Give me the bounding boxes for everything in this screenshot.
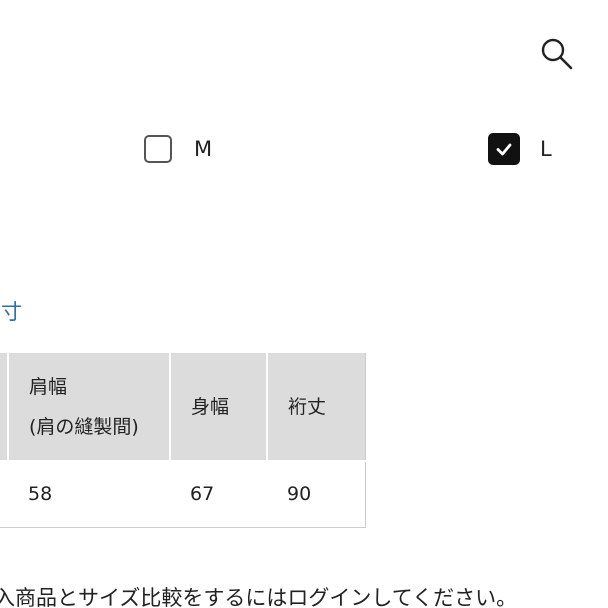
size-chart-link[interactable]: ズ寸: [0, 296, 22, 326]
table-header-row: 肩幅 (肩の縫製間) 身幅 裄丈: [0, 353, 366, 462]
table-cell: 58: [8, 461, 170, 528]
page: M L ズ寸 肩幅 (肩の縫製間) 身幅: [0, 0, 608, 608]
search-icon-glyph: [541, 38, 573, 70]
size-option-m[interactable]: M: [144, 132, 212, 166]
table-header-body-width: 身幅: [169, 353, 268, 462]
table-row: 58 67 90: [0, 461, 366, 528]
table-cell: 67: [170, 461, 267, 528]
table-header-sleeve-length: 裄丈: [266, 353, 366, 462]
header-line1: 肩幅: [29, 375, 68, 398]
checkbox-m[interactable]: [144, 135, 172, 163]
table-cell: [0, 461, 8, 528]
header-line2: (肩の縫製間): [29, 415, 139, 438]
search-icon[interactable]: [540, 37, 574, 71]
size-table: 肩幅 (肩の縫製間) 身幅 裄丈 58 67 90: [0, 353, 366, 528]
check-icon: [496, 143, 512, 156]
checkbox-l[interactable]: [488, 133, 520, 165]
size-label-l: L: [540, 137, 552, 161]
table-header-shoulder-width: 肩幅 (肩の縫製間): [7, 353, 171, 462]
header-line1: 身幅: [191, 395, 230, 418]
table-cell: 90: [267, 461, 366, 528]
login-note: 入商品とサイズ比較をするにはログインしてください。: [0, 586, 518, 608]
size-label-m: M: [194, 137, 213, 161]
size-option-l[interactable]: L: [488, 132, 552, 166]
header-line1: 裄丈: [288, 395, 327, 418]
table-header-cell: [0, 353, 9, 462]
